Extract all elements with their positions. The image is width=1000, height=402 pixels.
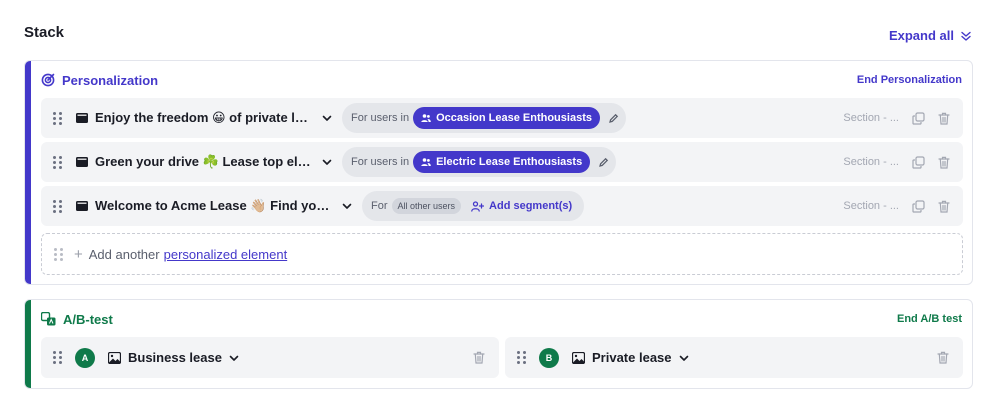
segment-chip[interactable]: Occasion Lease Enthousiasts	[413, 107, 600, 129]
segment-name: Occasion Lease Enthousiasts	[436, 112, 592, 124]
stack-title: Stack	[24, 24, 65, 41]
double-chevron-down-icon	[961, 31, 971, 41]
expand-all-label: Expand all	[888, 28, 954, 43]
ab-test-header: A/B-test End A/B test	[41, 310, 962, 328]
for-users-label: For users in	[351, 112, 410, 124]
for-users-label: For users in	[351, 156, 410, 168]
element-title: Welcome to Acme Lease 👋🏼 Find your car	[95, 198, 335, 213]
variant-badge: B	[539, 347, 559, 368]
section-block-icon	[75, 113, 88, 124]
add-segment-label: Add segment(s)	[489, 200, 573, 212]
personalization-title: Personalization	[62, 72, 159, 88]
users-icon	[421, 114, 431, 122]
ab-test-card: A/B-test End A/B test A Business lease B…	[24, 299, 973, 389]
element-title: Green your drive ☘️ Lease top electri...	[95, 154, 315, 169]
variant-badge: A	[75, 347, 95, 368]
add-segment-button[interactable]: Add segment(s)	[471, 200, 572, 212]
trash-icon[interactable]	[937, 351, 951, 365]
chevron-down-icon[interactable]	[228, 352, 240, 364]
pencil-icon[interactable]	[608, 112, 620, 124]
chevron-down-icon[interactable]	[321, 112, 333, 124]
ab-test-icon	[41, 312, 56, 326]
personalization-header: Personalization End Personalization	[41, 71, 962, 89]
pencil-icon[interactable]	[598, 156, 610, 168]
end-personalization-button[interactable]: End Personalization	[857, 74, 962, 86]
all-other-users-chip: All other users	[391, 198, 462, 214]
ab-test-title: A/B-test	[63, 311, 113, 327]
end-ab-test-button[interactable]: End A/B test	[897, 313, 962, 325]
plus-icon: +	[74, 245, 83, 263]
drag-handle-icon[interactable]	[53, 111, 63, 125]
variant-title: Business lease	[128, 350, 222, 365]
chevron-down-icon[interactable]	[341, 200, 353, 212]
add-personalized-element[interactable]: + Add another personalized element	[41, 233, 963, 275]
section-block-icon	[75, 201, 88, 212]
for-label: For	[371, 200, 388, 212]
personalized-element-row[interactable]: Green your drive ☘️ Lease top electri...…	[41, 142, 963, 182]
drag-handle-icon[interactable]	[53, 155, 63, 169]
chevron-down-icon[interactable]	[678, 352, 690, 364]
personalized-element-link[interactable]: personalized element	[164, 247, 288, 262]
segment-pill: For users in Electric Lease Enthousiasts	[342, 147, 617, 177]
variant-row-b[interactable]: B Private lease	[505, 337, 963, 378]
section-label: Section - ...	[843, 200, 899, 212]
duplicate-icon[interactable]	[911, 111, 925, 125]
drag-handle-icon[interactable]	[53, 199, 63, 213]
trash-icon[interactable]	[937, 155, 951, 169]
variant-title: Private lease	[592, 350, 672, 365]
segment-pill: For All other users Add segment(s)	[362, 191, 585, 221]
add-another-label: Add another	[88, 246, 160, 262]
add-user-icon	[471, 200, 485, 212]
trash-icon[interactable]	[937, 199, 951, 213]
image-icon	[108, 351, 121, 364]
users-icon	[421, 158, 431, 166]
personalization-card: Personalization End Personalization Enjo…	[24, 60, 973, 285]
trash-icon[interactable]	[937, 111, 951, 125]
drag-handle-icon[interactable]	[517, 351, 527, 365]
variant-row-a[interactable]: A Business lease	[41, 337, 499, 378]
chevron-down-icon[interactable]	[321, 156, 333, 168]
target-icon	[41, 73, 55, 87]
expand-all-button[interactable]: Expand all	[889, 28, 972, 43]
personalized-element-row[interactable]: Enjoy the freedom 😀 of private leas... F…	[41, 98, 963, 138]
section-label: Section - ...	[843, 112, 899, 124]
drag-handle-icon[interactable]	[53, 351, 63, 365]
image-icon	[572, 351, 585, 364]
element-title: Enjoy the freedom 😀 of private leas...	[95, 110, 315, 125]
segment-pill: For users in Occasion Lease Enthousiasts	[342, 103, 626, 133]
trash-icon[interactable]	[473, 351, 487, 365]
section-block-icon	[75, 157, 88, 168]
duplicate-icon[interactable]	[911, 155, 925, 169]
drag-handle-icon	[54, 247, 64, 261]
segment-name: Electric Lease Enthousiasts	[436, 156, 583, 168]
duplicate-icon[interactable]	[911, 199, 925, 213]
personalized-element-row[interactable]: Welcome to Acme Lease 👋🏼 Find your car F…	[41, 186, 963, 226]
segment-chip[interactable]: Electric Lease Enthousiasts	[413, 151, 591, 173]
section-label: Section - ...	[843, 156, 899, 168]
